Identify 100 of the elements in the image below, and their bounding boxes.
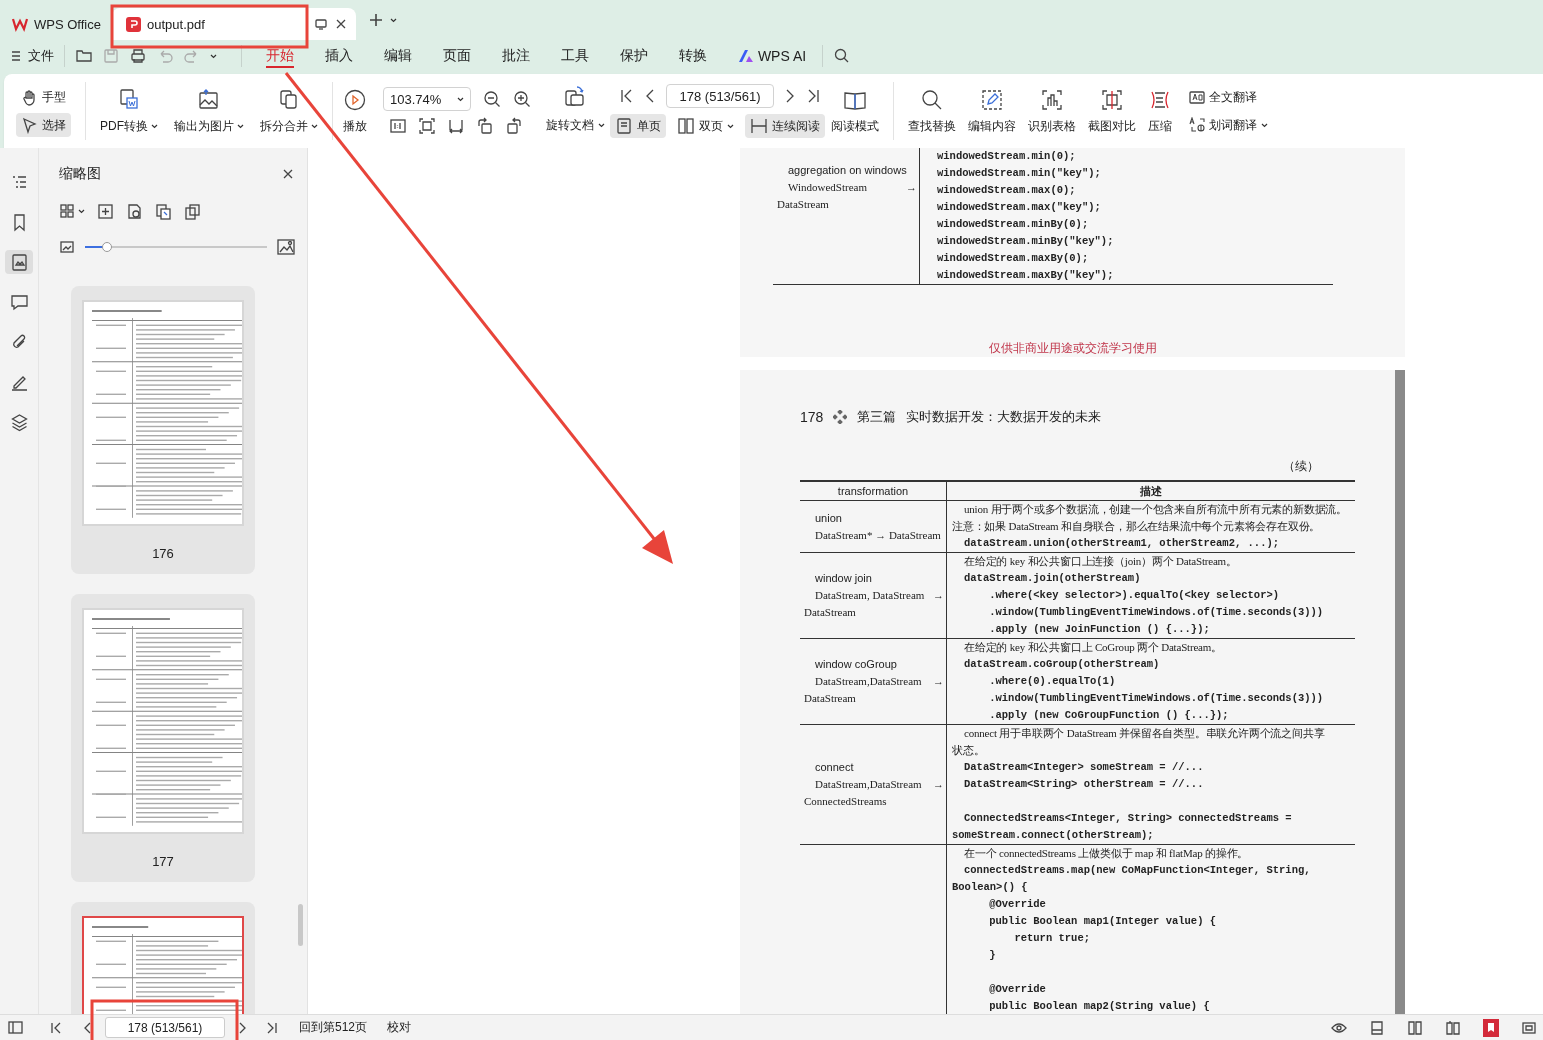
layout-dropdown[interactable] [59,203,85,219]
menu-tab[interactable]: 编辑 [368,45,427,67]
actual-size-icon[interactable] [389,117,407,135]
type-signature: WindowedStream [788,180,867,195]
menu-tab[interactable]: 转换 [663,45,722,67]
image-convert-button[interactable]: 输出为图片 [168,87,250,135]
compare-tool-button[interactable]: 截图对比 [1082,87,1142,135]
full-translate-button[interactable]: 全文翻译 [1184,85,1273,109]
code-line: dataStream.union(otherStream1, otherStream2, ...); [963,536,1281,551]
menu-tab[interactable]: 批注 [486,45,545,67]
zoom-in-icon[interactable] [513,90,531,108]
extract-pages-icon[interactable] [155,202,172,220]
back-to-page-link[interactable]: 回到第512页 [299,1019,368,1036]
insert-file-icon[interactable] [126,202,143,220]
menu-tab[interactable]: 保护 [604,45,663,67]
thumbnail-card[interactable]: 177 [71,594,255,882]
word-translate-button[interactable]: 划词翻译 [1184,113,1273,137]
last-page-icon[interactable] [265,1020,279,1035]
caret-icon [78,208,85,214]
pdf-convert-button[interactable]: PDF转换 [94,87,164,135]
thumbnail-card[interactable]: 176 [71,286,255,574]
monitor-icon[interactable] [314,17,328,31]
scrollbar-thumb[interactable] [298,904,303,946]
fullscreen-icon[interactable] [1521,1019,1537,1036]
page-number-field[interactable]: 178 (513/561) [105,1017,225,1038]
arrow-symbol: → [933,588,944,603]
search-icon[interactable] [833,47,851,65]
caret-icon [457,96,464,102]
sidebar-toggle-icon[interactable] [8,1020,23,1035]
rotate-document-button[interactable]: 旋转文档 [541,113,610,137]
grid-icon [59,203,75,219]
menu-tab[interactable]: 工具 [545,45,604,67]
description-text: union 用于两个或多个数据流，创建一个包含来自所有流中所有元素的新数据流。 [963,502,1348,517]
close-icon[interactable] [334,17,348,31]
continuous-page-icon [750,117,768,135]
code-line: .apply (new JoinFunction () {...}); [988,622,1211,637]
type-signature: DataStream, DataStream [815,588,925,603]
save-icon[interactable] [102,47,120,65]
close-icon[interactable] [281,167,295,181]
proofread-button[interactable]: 校对 [387,1019,412,1036]
column-header: transformation [836,484,910,499]
reading-mode-button[interactable]: 阅读模式 [825,87,885,135]
table-tool-button[interactable]: 识别表格 [1022,87,1082,135]
fit-width-icon[interactable] [447,117,465,135]
description-text: 状态。 [952,743,986,758]
page-number-field[interactable]: 178 (513/561) [666,84,774,108]
menu-tab[interactable]: 开始 [250,45,309,67]
rotate-left-icon[interactable] [476,117,494,135]
menu-tab[interactable]: WPS AI [722,45,822,67]
play-button[interactable]: 播放 [341,87,369,135]
thumbnail-size-slider[interactable] [85,241,267,253]
single-view-button[interactable]: 单页 [610,114,666,138]
part-label: 第三篇 [857,408,897,426]
small-image-icon [59,239,75,255]
code-line: windowedStream.maxBy(0); [936,251,1090,266]
transformation-name: connect [814,760,855,775]
code-line: windowedStream.min(0); [936,149,1077,164]
single-page-icon [615,117,633,135]
continuous-view-button[interactable]: 连续阅读 [745,114,825,138]
zoom-out-icon[interactable] [483,90,501,108]
thumbnail-icon[interactable] [9,252,29,272]
print-icon[interactable] [129,47,147,65]
document-tab[interactable]: output.pdf [112,8,356,40]
menu-tab[interactable]: 插入 [309,45,368,67]
bookmark-flag-icon[interactable] [1483,1018,1499,1037]
copy-pages-icon[interactable] [184,202,201,220]
file-menu[interactable]: 文件 [10,47,54,65]
compress-tool-button[interactable]: 压缩 [1142,87,1178,135]
caret-icon [210,53,217,59]
file-convert-icon [117,87,141,112]
type-signature: DataStream [803,605,857,620]
search-tool-button[interactable]: 查找替换 [902,87,962,135]
page-number: 178 [800,409,824,425]
chart-scan-icon [1040,87,1064,112]
split-convert-button[interactable]: 拆分合并 [254,87,324,135]
home-tab[interactable]: WPS Office [10,8,106,40]
plus-icon[interactable] [368,12,384,28]
book-view-icon[interactable] [1445,1019,1461,1036]
menu-tab[interactable]: 页面 [427,45,486,67]
folder-icon[interactable] [75,47,93,65]
fit-page-icon[interactable] [418,117,436,135]
first-page-icon[interactable] [49,1020,63,1035]
cursor-icon [21,116,38,134]
select-tool[interactable]: 选择 [16,113,71,137]
single-page-view-icon[interactable] [1369,1019,1385,1036]
double-page-view-icon[interactable] [1407,1019,1423,1036]
arrow-symbol: → [933,777,944,792]
type-signature: DataStream [776,197,830,212]
edit-tool-button[interactable]: 编辑内容 [962,87,1022,135]
ai-logo-icon [737,49,754,63]
zoom-field[interactable]: 103.74% [383,87,471,111]
double-view-button[interactable]: 双页 [672,114,739,138]
hand-tool[interactable]: 手型 [16,85,71,109]
add-page-icon[interactable] [97,202,114,220]
layers-icon[interactable] [9,412,29,432]
large-image-icon [277,238,295,256]
rotate-right-icon[interactable] [505,117,523,135]
comment-icon[interactable] [9,292,29,312]
menu-icon [10,49,22,63]
code-line: connectedStreams.map(new CoMapFunction<Integer, String, [963,863,1312,878]
